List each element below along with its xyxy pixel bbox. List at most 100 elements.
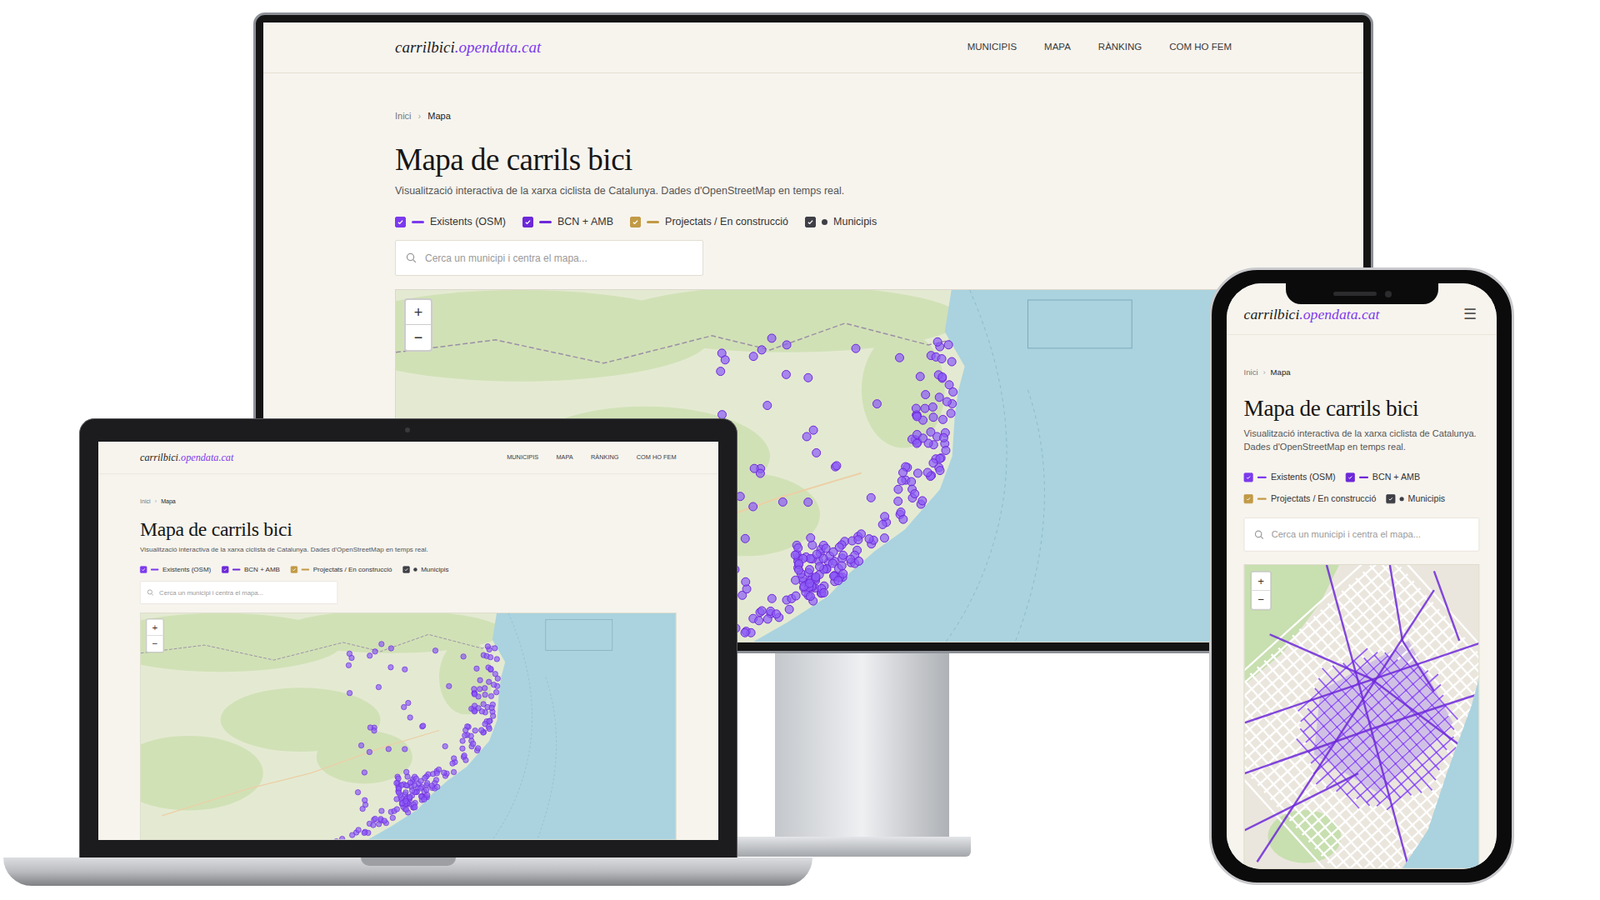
municipi-marker[interactable] — [403, 769, 409, 775]
municipi-marker[interactable] — [872, 400, 881, 409]
municipi-marker[interactable] — [805, 579, 815, 588]
municipi-marker[interactable] — [834, 576, 843, 585]
zoom-out-button[interactable]: − — [1251, 590, 1270, 610]
municipi-marker[interactable] — [791, 576, 800, 585]
municipi-marker[interactable] — [470, 741, 476, 747]
municipi-marker[interactable] — [420, 723, 425, 729]
municipi-marker[interactable] — [772, 610, 781, 619]
municipi-marker[interactable] — [490, 682, 496, 688]
site-logo[interactable]: carrilbici.opendata.cat — [1244, 305, 1380, 324]
zoom-in-button[interactable]: + — [146, 620, 163, 636]
municipi-marker[interactable] — [945, 380, 954, 390]
municipi-marker[interactable] — [941, 446, 950, 455]
municipi-marker[interactable] — [372, 649, 378, 655]
bike-lane[interactable] — [1244, 640, 1479, 724]
municipi-marker[interactable] — [429, 783, 435, 789]
municipi-marker[interactable] — [487, 718, 493, 724]
municipi-marker[interactable] — [880, 512, 890, 521]
municipi-marker[interactable] — [412, 805, 418, 810]
municipi-marker[interactable] — [782, 340, 791, 350]
bike-lane[interactable] — [1270, 635, 1473, 755]
zoom-in-button[interactable]: + — [405, 300, 431, 325]
municipi-marker[interactable] — [446, 683, 452, 689]
municipi-marker[interactable] — [933, 338, 942, 347]
municipi-marker[interactable] — [379, 808, 385, 814]
municipi-marker[interactable] — [472, 728, 478, 734]
municipi-marker[interactable] — [846, 555, 855, 565]
municipi-marker[interactable] — [755, 469, 765, 478]
legend-item[interactable]: Existents (OSM) — [140, 565, 211, 574]
municipi-marker[interactable] — [471, 686, 477, 692]
legend-item[interactable]: Projectats / En construcció — [290, 565, 393, 574]
legend-checkbox[interactable] — [402, 565, 410, 573]
zoom-out-button[interactable]: − — [405, 325, 431, 350]
municipi-marker[interactable] — [757, 345, 766, 355]
municipi-marker[interactable] — [781, 370, 790, 380]
municipi-marker[interactable] — [492, 645, 498, 651]
municipi-marker[interactable] — [911, 404, 920, 413]
municipi-marker[interactable] — [358, 743, 364, 749]
municipi-marker[interactable] — [804, 374, 813, 383]
municipi-marker[interactable] — [394, 780, 400, 786]
nav-link[interactable]: MUNICIPIS — [967, 40, 1017, 55]
municipi-marker[interactable] — [809, 426, 818, 435]
municipi-marker[interactable] — [339, 836, 345, 840]
municipi-marker[interactable] — [929, 459, 938, 468]
municipi-marker[interactable] — [477, 677, 483, 683]
search-box[interactable] — [395, 240, 704, 276]
municipi-marker[interactable] — [388, 645, 394, 651]
municipi-marker[interactable] — [907, 477, 916, 486]
nav-link[interactable]: COM HO FEM — [1169, 40, 1232, 55]
municipi-marker[interactable] — [420, 724, 425, 730]
municipi-marker[interactable] — [804, 498, 813, 507]
municipi-marker[interactable] — [424, 787, 430, 793]
municipi-marker[interactable] — [485, 644, 490, 650]
municipi-marker[interactable] — [366, 749, 372, 755]
municipi-marker[interactable] — [367, 653, 373, 659]
municipi-marker[interactable] — [835, 543, 844, 552]
municipi-marker[interactable] — [488, 667, 494, 673]
municipi-marker[interactable] — [912, 412, 921, 421]
municipi-marker[interactable] — [855, 557, 864, 566]
legend-item[interactable]: Municipis — [805, 215, 877, 229]
municipi-marker[interactable] — [480, 701, 486, 707]
breadcrumb-item[interactable]: Inici — [395, 108, 412, 124]
municipi-marker[interactable] — [896, 508, 905, 517]
search-box[interactable] — [140, 581, 338, 605]
municipi-marker[interactable] — [371, 728, 377, 734]
legend-item[interactable]: Municipis — [1385, 492, 1445, 506]
municipi-marker[interactable] — [897, 476, 906, 485]
municipi-marker[interactable] — [918, 496, 927, 505]
municipi-marker[interactable] — [409, 788, 415, 794]
bike-lane[interactable] — [1244, 773, 1359, 830]
site-logo[interactable]: carrilbici.opendata.cat — [140, 451, 234, 465]
municipi-marker[interactable] — [878, 520, 887, 530]
municipi-marker[interactable] — [740, 629, 750, 638]
municipi-marker[interactable] — [947, 357, 956, 366]
municipi-marker[interactable] — [926, 428, 935, 437]
municipi-marker[interactable] — [434, 770, 440, 776]
municipi-marker[interactable] — [460, 654, 466, 660]
municipi-marker[interactable] — [767, 334, 776, 343]
nav-link[interactable]: RÀNKING — [1098, 40, 1142, 55]
municipi-marker[interactable] — [493, 690, 499, 695]
search-input[interactable] — [1271, 527, 1470, 542]
municipi-marker[interactable] — [720, 355, 730, 365]
municipi-marker[interactable] — [402, 746, 408, 752]
municipi-marker[interactable] — [421, 796, 427, 802]
municipi-marker[interactable] — [795, 565, 804, 575]
map-tiles[interactable] — [140, 613, 676, 840]
legend-checkbox[interactable] — [522, 216, 534, 228]
bike-lane[interactable] — [1434, 571, 1460, 641]
municipi-marker[interactable] — [394, 806, 400, 812]
municipi-marker[interactable] — [939, 434, 948, 443]
municipi-marker[interactable] — [929, 413, 938, 422]
legend-checkbox[interactable] — [630, 216, 641, 228]
municipi-marker[interactable] — [805, 565, 815, 575]
legend-item[interactable]: Municipis — [402, 565, 449, 574]
municipi-marker[interactable] — [778, 498, 787, 507]
municipi-marker[interactable] — [435, 784, 440, 790]
municipi-marker[interactable] — [401, 705, 407, 710]
municipi-marker[interactable] — [485, 679, 491, 685]
municipi-marker[interactable] — [432, 648, 438, 654]
